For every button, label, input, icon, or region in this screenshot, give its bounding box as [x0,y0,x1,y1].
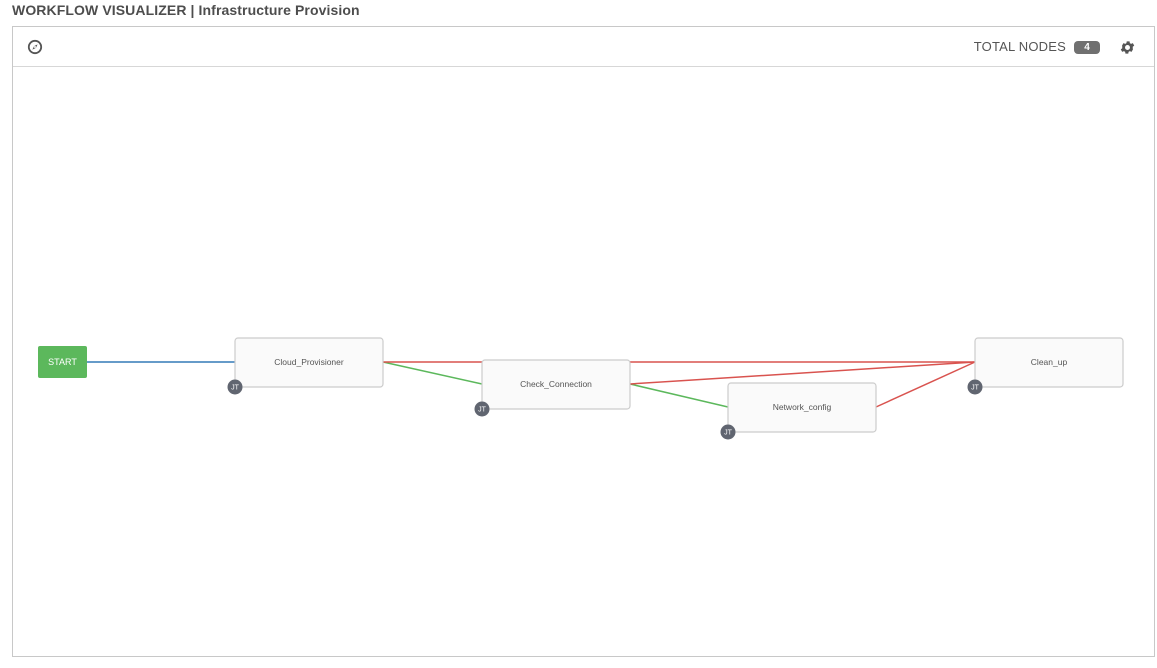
node-label: Clean_up [1031,357,1068,367]
job-template-badge-label: JT [724,430,733,437]
link-check-cleanup[interactable] [629,361,976,385]
gear-icon[interactable] [1119,39,1136,56]
node-label: Cloud_Provisioner [274,357,344,367]
link-check-network[interactable] [629,383,729,408]
start-node-label: START [48,357,77,367]
total-nodes-label: TOTAL NODES [973,39,1066,54]
node-label: Check_Connection [520,379,592,389]
total-nodes-badge: 4 [1074,41,1100,54]
page-title: WORKFLOW VISUALIZER | Infrastructure Pro… [12,2,360,18]
job-template-badge-label: JT [971,385,980,392]
workflow-panel: TOTAL NODES 4 START Cloud_Provisioner JT [12,26,1155,657]
workflow-node-cloud-provisioner[interactable]: Cloud_Provisioner JT [227,337,384,395]
toolbar: TOTAL NODES 4 [13,27,1154,67]
link-cloud-check[interactable] [382,361,483,385]
link-network-cleanup[interactable] [875,361,976,408]
workflow-canvas: START Cloud_Provisioner JT Check_Connect… [38,337,1124,440]
workflow-node-clean-up[interactable]: Clean_up JT [967,337,1124,395]
job-template-badge-label: JT [478,407,487,414]
job-template-badge-label: JT [231,385,240,392]
node-label: Network_config [773,402,832,412]
workflow-node-check-connection[interactable]: Check_Connection JT [474,359,631,417]
workflow-node-network-config[interactable]: Network_config JT [720,382,877,440]
compass-icon[interactable] [27,39,43,55]
start-node[interactable]: START [38,346,87,378]
